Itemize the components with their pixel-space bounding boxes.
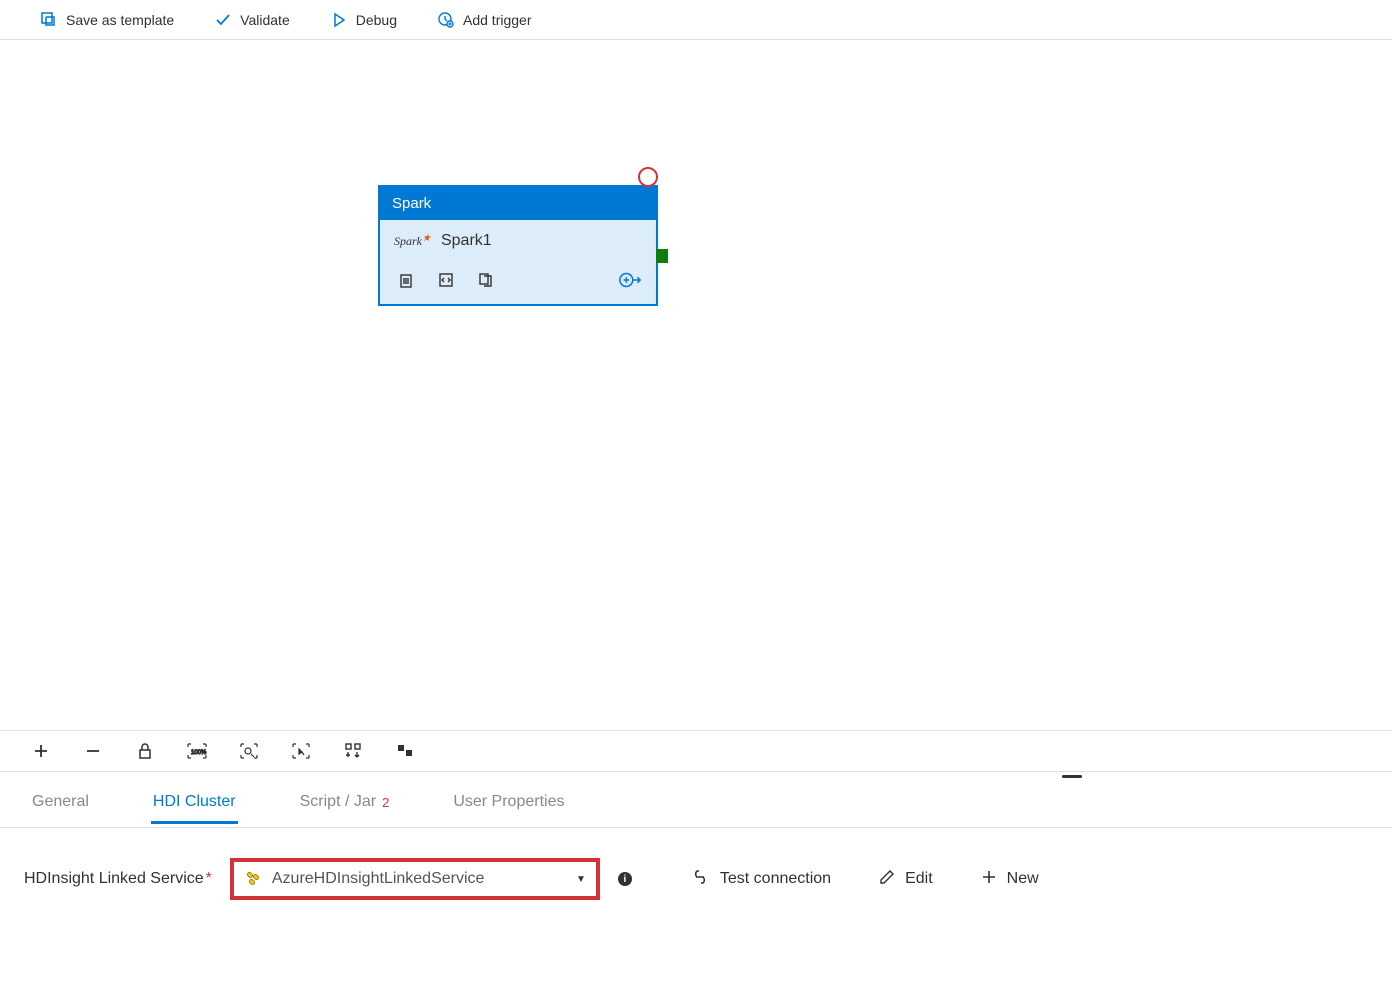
- validate-button[interactable]: Validate: [214, 11, 290, 29]
- linked-service-dropdown[interactable]: AzureHDInsightLinkedService ▼: [230, 858, 600, 900]
- hdinsight-icon: [244, 869, 264, 889]
- lock-icon[interactable]: [134, 740, 156, 762]
- test-connection-button[interactable]: Test connection: [690, 869, 831, 890]
- debug-button[interactable]: Debug: [330, 11, 397, 29]
- spark-activity-node[interactable]: Spark Spark★ Spark1: [378, 185, 658, 306]
- fullscreen-select-icon[interactable]: [290, 740, 312, 762]
- debug-label: Debug: [356, 12, 397, 28]
- svg-text:100%: 100%: [191, 750, 207, 756]
- hdi-cluster-panel: HDInsight Linked Service* AzureHDInsight…: [0, 828, 1392, 930]
- tab-user-properties[interactable]: User Properties: [451, 783, 566, 824]
- zoom-out-icon[interactable]: [82, 740, 104, 762]
- tab-general[interactable]: General: [30, 783, 91, 824]
- zoom-100-icon[interactable]: 100%: [186, 740, 208, 762]
- node-body: Spark★ Spark1: [380, 220, 656, 260]
- zoom-fit-icon[interactable]: [238, 740, 260, 762]
- add-trigger-label: Add trigger: [463, 12, 531, 28]
- new-button[interactable]: New: [981, 869, 1039, 890]
- zoom-in-icon[interactable]: [30, 740, 52, 762]
- align-icon[interactable]: [394, 740, 416, 762]
- save-as-template-button[interactable]: Save as template: [40, 11, 174, 29]
- pencil-icon: [879, 869, 895, 890]
- tab-script-jar[interactable]: Script / Jar 2: [298, 783, 392, 824]
- tab-badge: 2: [382, 795, 389, 810]
- clock-plus-icon: [437, 11, 455, 29]
- save-as-template-label: Save as template: [66, 12, 174, 28]
- validate-label: Validate: [240, 12, 290, 28]
- panel-resize-handle[interactable]: [0, 772, 1392, 780]
- info-icon[interactable]: i: [618, 872, 632, 886]
- auto-arrange-icon[interactable]: [342, 740, 364, 762]
- copy-icon[interactable]: [474, 268, 498, 292]
- link-icon: [690, 869, 710, 890]
- tab-hdi-cluster[interactable]: HDI Cluster: [151, 783, 238, 824]
- save-template-icon: [40, 11, 58, 29]
- output-connector[interactable]: [656, 249, 668, 263]
- add-trigger-button[interactable]: Add trigger: [437, 11, 531, 29]
- canvas-toolbar: 100%: [0, 730, 1392, 772]
- validation-indicator: [638, 167, 658, 187]
- node-header: Spark: [380, 187, 656, 220]
- properties-tabs: General HDI Cluster Script / Jar 2 User …: [0, 780, 1392, 828]
- node-actions: [380, 260, 656, 304]
- spark-logo-icon: Spark★: [394, 234, 431, 249]
- code-icon[interactable]: [434, 268, 458, 292]
- activity-name: Spark1: [441, 232, 492, 250]
- edit-button[interactable]: Edit: [879, 869, 933, 890]
- chevron-down-icon: ▼: [576, 874, 586, 885]
- plus-icon: [981, 869, 997, 890]
- dropdown-value: AzureHDInsightLinkedService: [272, 870, 568, 888]
- delete-icon[interactable]: [394, 268, 418, 292]
- add-output-icon[interactable]: [618, 268, 642, 292]
- top-toolbar: Save as template Validate Debug Add trig…: [0, 0, 1392, 40]
- play-icon: [330, 11, 348, 29]
- checkmark-icon: [214, 11, 232, 29]
- linked-service-label: HDInsight Linked Service*: [24, 870, 212, 888]
- pipeline-canvas[interactable]: Spark Spark★ Spark1: [0, 40, 1392, 730]
